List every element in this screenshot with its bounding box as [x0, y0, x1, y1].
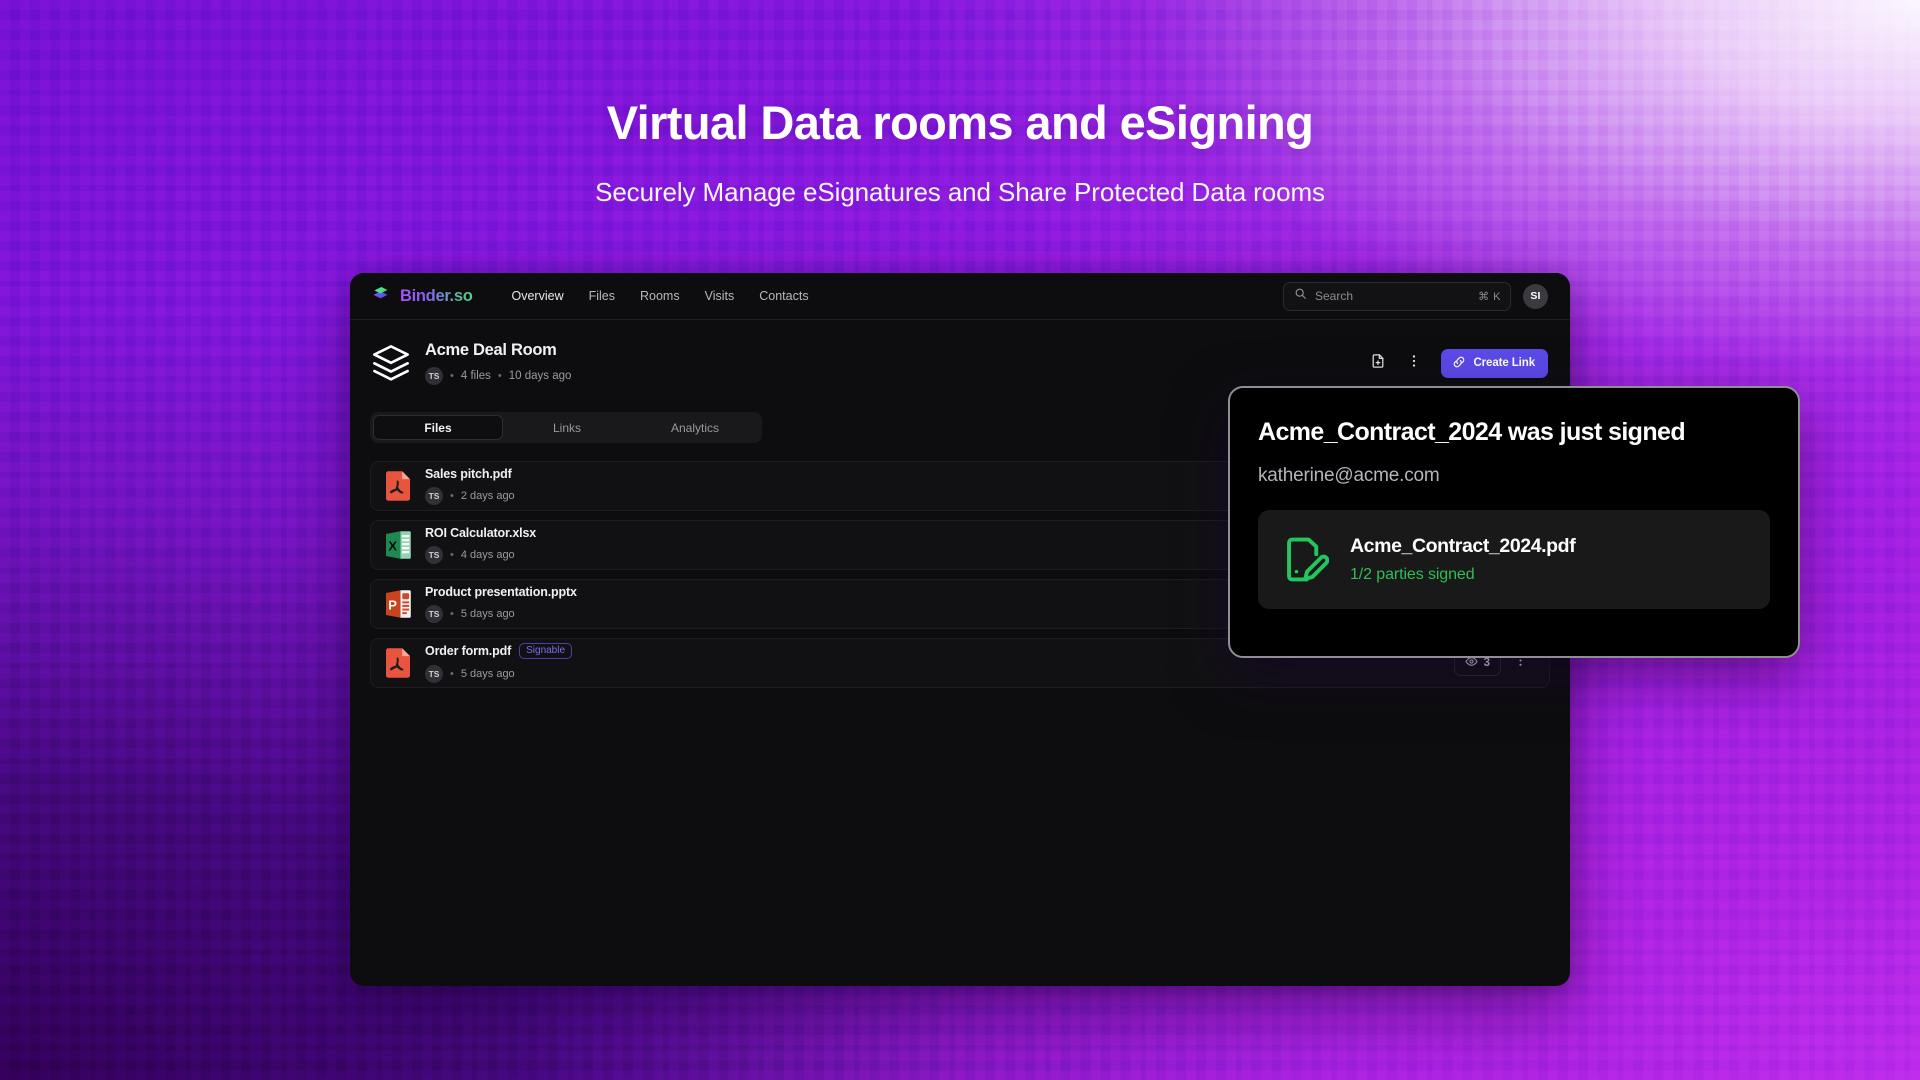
- file-owner-avatar: TS: [425, 546, 443, 564]
- add-file-button[interactable]: [1363, 348, 1393, 378]
- notification-file-info: Acme_Contract_2024.pdf 1/2 parties signe…: [1350, 535, 1576, 584]
- search-placeholder: Search: [1315, 289, 1354, 303]
- pptx-file-icon: P: [383, 588, 413, 620]
- file-plus-icon: [1370, 353, 1386, 374]
- nav-item-contacts[interactable]: Contacts: [759, 289, 808, 303]
- file-owner-avatar: TS: [425, 487, 443, 505]
- search-input[interactable]: Search ⌘ K: [1283, 281, 1511, 311]
- file-name: Sales pitch.pdf: [425, 467, 512, 481]
- file-meta: TS • 5 days ago: [425, 665, 572, 683]
- topbar-right-cluster: Search ⌘ K SI: [1283, 281, 1548, 311]
- file-owner-avatar: TS: [425, 605, 443, 623]
- file-name-line: Product presentation.pptx: [425, 585, 577, 599]
- notification-file-card[interactable]: Acme_Contract_2024.pdf 1/2 parties signe…: [1258, 510, 1770, 609]
- nav-item-overview[interactable]: Overview: [512, 289, 564, 303]
- separator-dot: •: [450, 668, 454, 680]
- tab-analytics[interactable]: Analytics: [631, 415, 759, 440]
- main-navigation: Overview Files Rooms Visits Contacts: [512, 289, 809, 303]
- notification-title: Acme_Contract_2024 was just signed: [1258, 418, 1686, 446]
- notification-signer-email: katherine@acme.com: [1258, 465, 1440, 486]
- room-subtitle: TS • 4 files • 10 days ago: [425, 367, 571, 385]
- link-icon: [1452, 355, 1466, 372]
- file-name: Product presentation.pptx: [425, 585, 577, 599]
- notification-file-name: Acme_Contract_2024.pdf: [1350, 535, 1576, 557]
- content-tabs: Files Links Analytics: [370, 412, 762, 443]
- file-updated-time: 5 days ago: [460, 668, 515, 680]
- separator-dot: •: [450, 608, 454, 620]
- file-info: ROI Calculator.xlsx TS • 4 days ago: [425, 526, 536, 564]
- separator-dot: •: [450, 549, 454, 561]
- room-more-menu-button[interactable]: [1399, 348, 1429, 378]
- room-header: Acme Deal Room TS • 4 files • 10 days ag…: [350, 320, 1570, 385]
- hero-section: Virtual Data rooms and eSigning Securely…: [0, 0, 1920, 208]
- brand-logo[interactable]: Binder.so: [370, 283, 473, 309]
- tab-links[interactable]: Links: [503, 415, 631, 440]
- room-owner-avatar: TS: [425, 367, 443, 385]
- create-link-button[interactable]: Create Link: [1441, 348, 1548, 378]
- room-file-count: 4 files: [460, 370, 491, 382]
- svg-text:X: X: [388, 539, 397, 554]
- page-subtitle: Securely Manage eSignatures and Share Pr…: [595, 176, 1325, 207]
- file-owner-avatar: TS: [425, 665, 443, 683]
- nav-item-rooms[interactable]: Rooms: [640, 289, 680, 303]
- room-actions: Create Link: [1363, 348, 1548, 378]
- file-updated-time: 2 days ago: [460, 490, 515, 502]
- file-name-line: Order form.pdf Signable: [425, 643, 573, 659]
- file-info: Order form.pdf Signable TS • 5 days ago: [425, 643, 573, 683]
- signature-notification-card: Acme_Contract_2024 was just signed kathe…: [1228, 386, 1800, 658]
- more-vertical-icon: [1406, 353, 1422, 374]
- file-meta: TS • 2 days ago: [425, 487, 515, 505]
- avatar[interactable]: SI: [1523, 283, 1548, 309]
- notification-file-status: 1/2 parties signed: [1350, 566, 1475, 583]
- layers-logo-icon: [370, 283, 391, 309]
- pdf-file-icon: [383, 647, 413, 679]
- file-meta: TS • 5 days ago: [425, 605, 577, 623]
- room-meta: Acme Deal Room TS • 4 files • 10 days ag…: [425, 341, 571, 385]
- layers-stack-icon: [370, 342, 412, 384]
- separator-dot: •: [497, 370, 502, 382]
- file-name: Order form.pdf: [425, 644, 512, 658]
- app-topbar: Binder.so Overview Files Rooms Visits Co…: [350, 273, 1570, 320]
- tab-files[interactable]: Files: [373, 415, 503, 440]
- svg-text:P: P: [388, 598, 397, 613]
- nav-item-files[interactable]: Files: [589, 289, 615, 303]
- status-badge: Signable: [519, 643, 573, 659]
- page-title: Virtual Data rooms and eSigning: [606, 96, 1314, 149]
- view-count-value: 3: [1483, 657, 1490, 669]
- room-title: Acme Deal Room: [425, 341, 557, 359]
- file-updated-time: 5 days ago: [460, 608, 515, 620]
- nav-item-visits[interactable]: Visits: [705, 289, 735, 303]
- search-icon: [1294, 287, 1307, 305]
- file-name-line: ROI Calculator.xlsx: [425, 526, 536, 540]
- xlsx-file-icon: X: [383, 529, 413, 561]
- separator-dot: •: [450, 370, 454, 382]
- file-name-line: Sales pitch.pdf: [425, 467, 515, 481]
- file-signature-icon: [1282, 536, 1330, 583]
- search-shortcut-hint: ⌘ K: [1478, 290, 1501, 303]
- file-name: ROI Calculator.xlsx: [425, 526, 537, 540]
- room-updated-time: 10 days ago: [508, 370, 572, 382]
- file-meta: TS • 4 days ago: [425, 546, 536, 564]
- brand-name: Binder.so: [400, 286, 473, 305]
- file-info: Product presentation.pptx TS • 5 days ag…: [425, 585, 577, 623]
- pdf-file-icon: [383, 470, 413, 502]
- file-updated-time: 4 days ago: [460, 549, 515, 561]
- create-link-label: Create Link: [1473, 357, 1535, 369]
- file-info: Sales pitch.pdf TS • 2 days ago: [425, 467, 515, 505]
- separator-dot: •: [450, 490, 454, 502]
